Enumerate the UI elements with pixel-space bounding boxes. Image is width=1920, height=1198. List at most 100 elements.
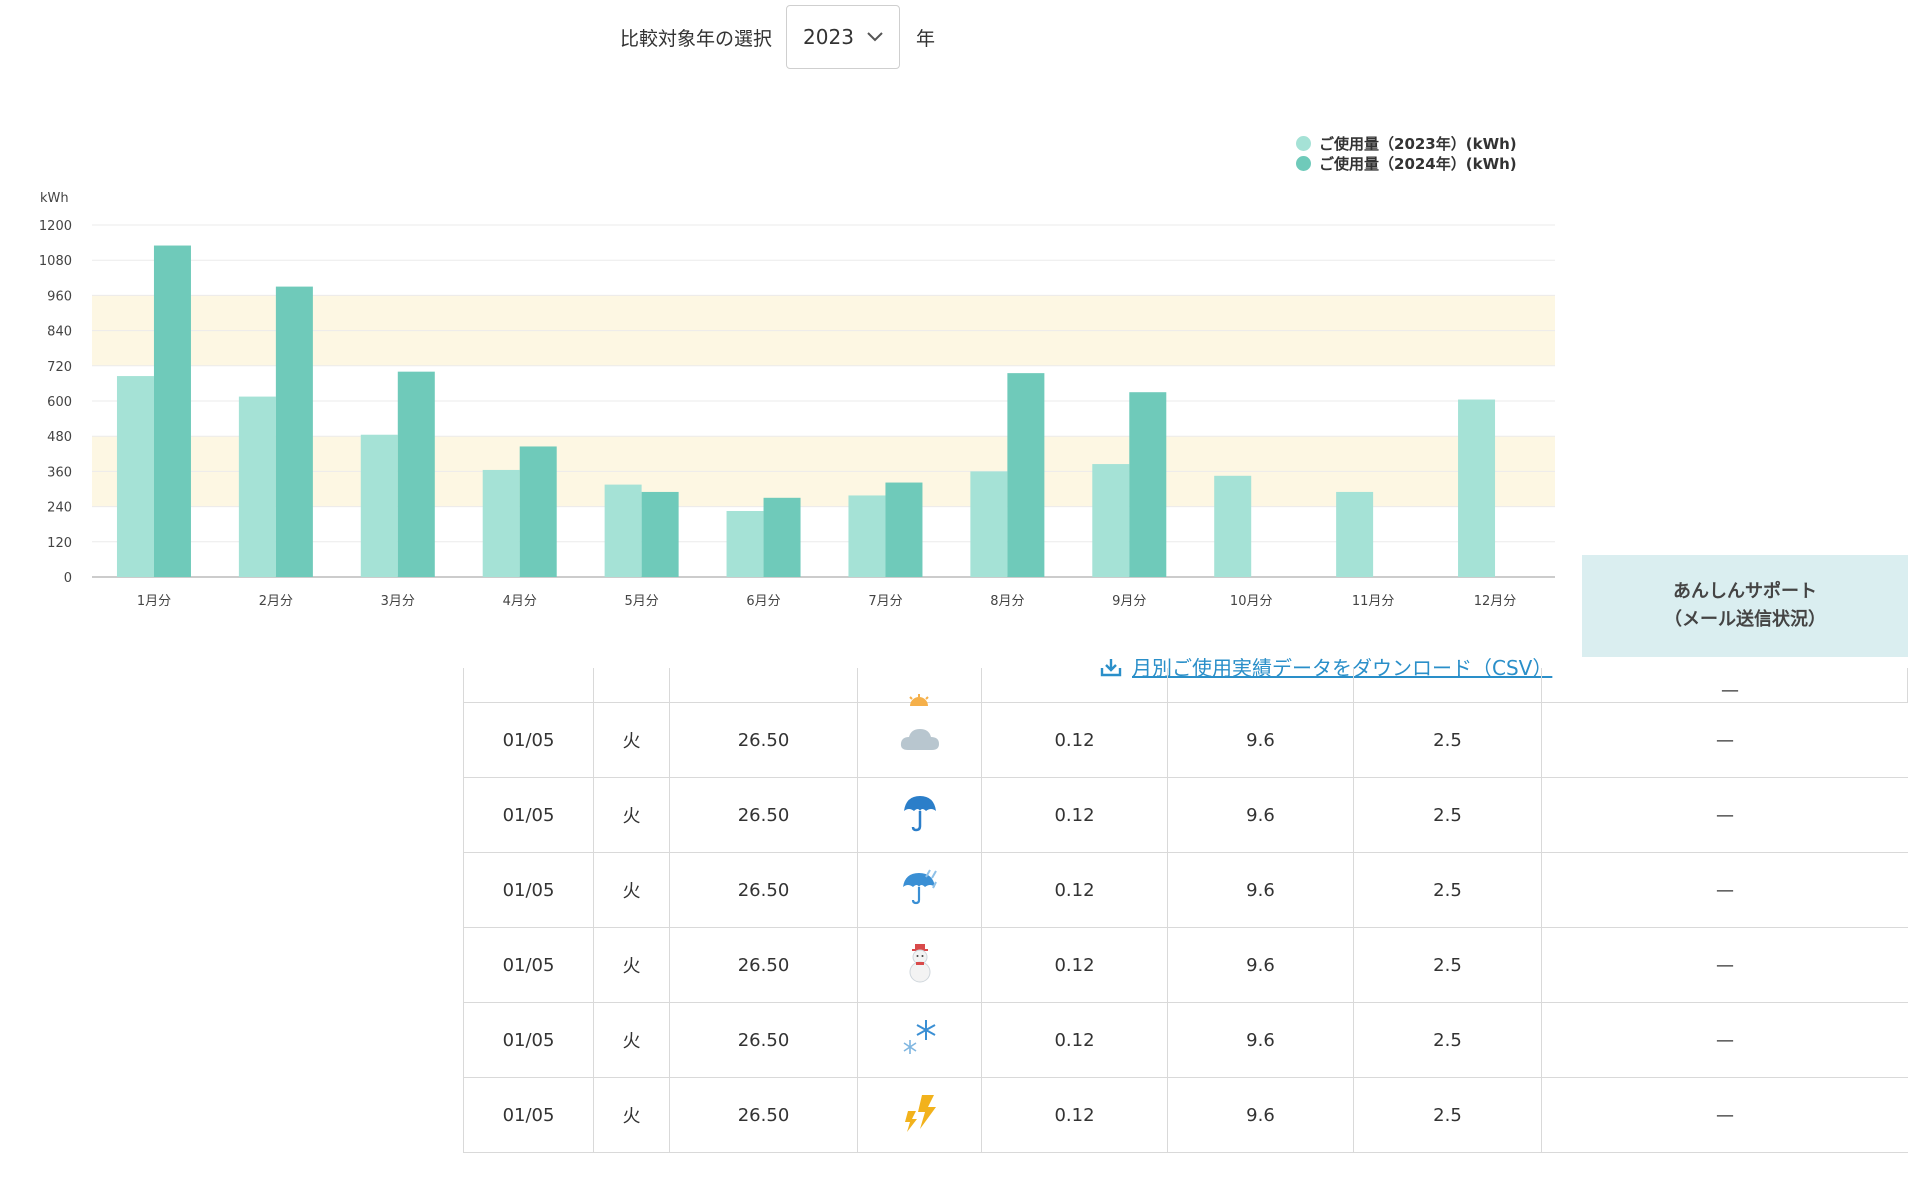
value-2-cell: 9.6 [1167,702,1354,778]
table-row: 01/05 火 26.50 0.12 9.6 2.5— [463,702,1908,778]
y-tick-label: 840 [47,325,72,340]
partial-row-divider [463,668,464,702]
bar-2023 [1458,399,1496,577]
heavy-rain-icon [900,868,940,908]
y-tick-label: 1080 [39,254,72,269]
cloud-icon [898,724,942,752]
weekday-cell: 火 [593,702,670,778]
weather-icon-cell [857,852,982,928]
umbrella-icon [902,793,938,833]
mail-status-cell: — [1541,702,1908,778]
y-tick-label: 0 [64,571,72,586]
value-2-cell: 9.6 [1167,1077,1354,1153]
value-3-cell: 2.5 [1353,852,1542,928]
mail-status-cell: — [1541,1077,1908,1153]
y-tick-label: 480 [47,430,72,445]
value-1-cell: 0.12 [981,1002,1168,1078]
value-2-cell: 9.6 [1167,1002,1354,1078]
temperature-cell: 26.50 [669,702,858,778]
chart-legend: ご使用量（2023年）(kWh) ご使用量（2024年）(kWh) [1296,133,1517,173]
mail-status-cell: — [1541,927,1908,1003]
y-tick-label: 120 [47,536,72,551]
date-cell: 01/05 [463,777,594,853]
x-category-label: 1月分 [137,594,171,609]
weather-icon-cell [857,1077,982,1153]
value-1-cell: 0.12 [981,702,1168,778]
partial-row-divider [1907,668,1908,702]
y-tick-label: 720 [47,360,72,375]
partial-row-divider [1167,668,1168,702]
partial-row-divider [857,668,858,702]
weekday-cell: 火 [593,777,670,853]
partial-row-divider [593,668,594,702]
anshin-support-subtitle: （メール送信状況） [1664,609,1826,630]
table-row: 01/05 火 26.50 0.12 9.6 2.5— [463,777,1908,853]
weekday-cell: 火 [593,1002,670,1078]
anshin-support-header: あんしんサポート （メール送信状況） [1582,555,1908,657]
partial-row-divider [1541,668,1542,702]
thunder-icon [900,1093,940,1133]
y-axis-unit: kWh [40,191,69,206]
chevron-down-icon [867,32,883,42]
date-cell: 01/05 [463,702,594,778]
value-1-cell: 0.12 [981,777,1168,853]
snowflake-icon [900,1018,940,1058]
temperature-cell: 26.50 [669,777,858,853]
usage-table: 01/05 火 26.50 0.12 9.6 2.5—01/05 火 26.50 0.12 9.6… [463,702,1908,1153]
bar-2024 [1007,373,1045,577]
legend-label-2024: ご使用量（2024年）(kWh) [1319,154,1517,173]
table-row: 01/05 火 26.50 0.12 9.6 2.5— [463,1077,1908,1153]
temperature-cell: 26.50 [669,927,858,1003]
x-category-label: 3月分 [381,594,415,609]
bar-2024 [275,286,313,577]
date-cell: 01/05 [463,852,594,928]
temperature-cell: 26.50 [669,1002,858,1078]
snowman-icon [906,943,934,983]
year-select-value: 2023 [803,25,854,49]
value-3-cell: 2.5 [1353,927,1542,1003]
temperature-cell: 26.50 [669,852,858,928]
year-select[interactable]: 2023 [786,5,901,69]
date-cell: 01/05 [463,1077,594,1153]
partial-row-divider [669,668,670,702]
bar-2024 [397,371,435,577]
legend-dot-2024 [1296,155,1311,171]
weekday-cell: 火 [593,852,670,928]
mail-status-cell: — [1541,852,1908,928]
weekday-cell: 火 [593,927,670,1003]
partial-row-divider [981,668,982,702]
mail-status-cell: — [1541,1002,1908,1078]
value-3-cell: 2.5 [1353,702,1542,778]
temperature-cell: 26.50 [669,1077,858,1153]
mail-status-cell: — [1541,777,1908,853]
year-selector-row: 比較対象年の選択 2023 年 [620,4,935,70]
value-3-cell: 2.5 [1353,1002,1542,1078]
legend-item-2023: ご使用量（2023年）(kWh) [1296,133,1517,153]
usage-bar-chart: 0 120 240 360 480 600 720 840 960 1080 1200 1月分 2月分… [39,191,1555,609]
weather-icon-cell [857,777,982,853]
value-3-cell: 2.5 [1353,1077,1542,1153]
weekday-cell: 火 [593,1077,670,1153]
weather-icon-cell [857,927,982,1003]
weather-icon-cell [857,702,982,778]
value-2-cell: 9.6 [1167,777,1354,853]
sun-icon [909,694,929,706]
table-row: 01/05 火 26.50 0.12 9.6 2.5— [463,927,1908,1003]
date-cell: 01/05 [463,927,594,1003]
bar-2023 [238,396,276,577]
y-tick-label: 360 [47,465,72,480]
value-1-cell: 0.12 [981,927,1168,1003]
table-row: 01/05 火 26.50 0.12 9.6 2.5— [463,852,1908,928]
y-tick-label: 960 [47,289,72,304]
value-1-cell: 0.12 [981,1077,1168,1153]
table-row: 01/05 火 26.50 0.12 9.6 2.5— [463,1002,1908,1078]
bar-2023 [116,376,154,577]
year-suffix: 年 [916,27,936,50]
partial-row-divider [1353,668,1354,702]
year-selector-label: 比較対象年の選択 [620,27,773,50]
bar-2023 [360,434,398,577]
x-category-label: 2月分 [259,594,293,609]
y-tick-label: 240 [47,501,72,516]
legend-label-2023: ご使用量（2023年）(kWh) [1319,134,1517,153]
anshin-support-title: あんしんサポート [1673,581,1817,602]
